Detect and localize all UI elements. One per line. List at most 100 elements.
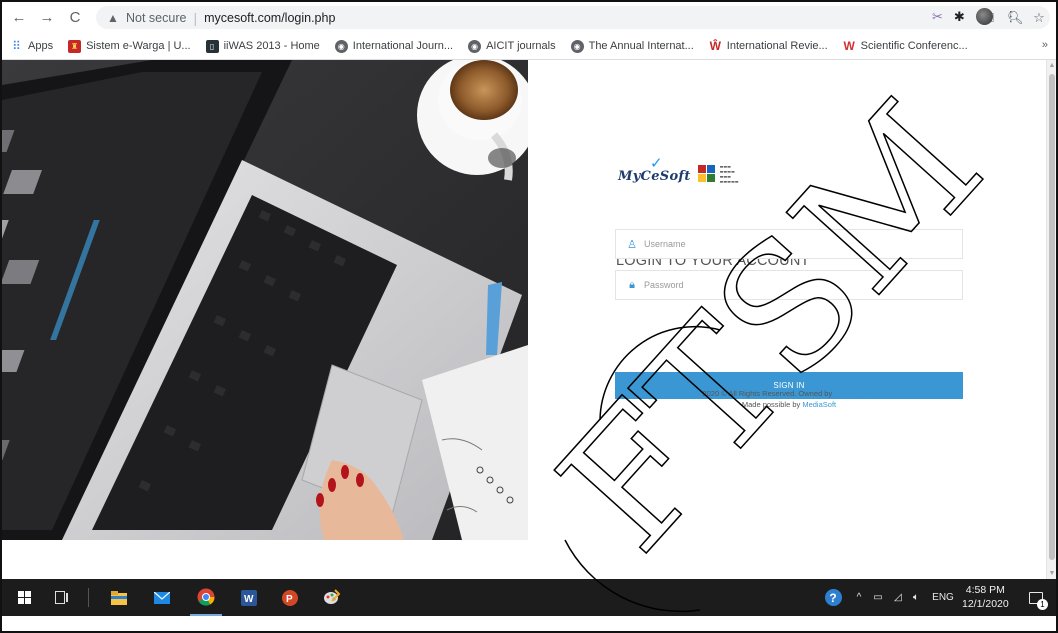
document-icon: ▯ (205, 39, 219, 53)
browser-toolbar: ← → C ▲ Not secure | mycesoft.com/login.… (2, 2, 1056, 33)
bottom-margin (2, 616, 1056, 631)
bookmark-item[interactable]: ◉ The Annual Internat... (570, 39, 694, 53)
task-view-icon (55, 591, 68, 604)
bookmark-item[interactable]: ♜ Sistem e-Warga | U... (68, 39, 191, 53)
volume-button[interactable]: 🔈︎ (908, 579, 924, 616)
help-button[interactable]: ? (822, 579, 844, 616)
svg-text:P: P (286, 594, 293, 605)
lock-icon: 🔒︎ (629, 278, 635, 291)
network-button[interactable]: ◿ (890, 579, 906, 616)
bookmark-label: AICIT journals (486, 40, 556, 52)
speaker-icon: 🔈︎ (913, 592, 919, 603)
bookmarks-overflow-icon[interactable]: » (1042, 39, 1048, 51)
username-field[interactable]: ♙ (615, 229, 963, 259)
user-icon: ♙ (627, 238, 637, 251)
checkmark-icon: ✓ (650, 155, 663, 172)
menu-icon[interactable]: ⋮ (1004, 8, 1018, 25)
warning-icon[interactable]: ▲ (106, 11, 120, 25)
page-viewport: MyCeSoft ✓ ▬▬▬ ▬▬▬▬ ▬▬▬ ▬▬▬▬▬ LOGIN TO YOUR… (2, 60, 1046, 579)
address-separator: | (193, 9, 198, 26)
bookmark-label: iiWAS 2013 - Home (223, 40, 320, 52)
password-input[interactable] (644, 280, 944, 290)
puzzle-icon[interactable]: ✱ (954, 9, 965, 25)
extension-icon[interactable]: ✂ (932, 9, 943, 25)
back-icon[interactable]: ← (8, 7, 30, 29)
bookmark-label: Apps (28, 40, 54, 52)
help-icon: ? (824, 589, 842, 606)
clock-date: 12/1/2020 (962, 598, 1009, 610)
reload-icon[interactable]: C (64, 7, 86, 29)
username-input[interactable] (644, 239, 944, 249)
battery-icon: ▭ (873, 592, 883, 603)
powerpoint-icon: P (282, 589, 298, 606)
bookmark-item[interactable]: ◉ AICIT journals (468, 39, 556, 53)
svg-text:W: W (244, 594, 254, 605)
folder-icon (111, 590, 127, 605)
university-crest-icon (697, 165, 715, 182)
address-bar[interactable]: ▲ Not secure | mycesoft.com/login.php ⚿ … (96, 6, 1050, 29)
word-button[interactable]: W (234, 579, 264, 616)
battery-button[interactable]: ▭ (870, 579, 886, 616)
taskbar-divider (88, 588, 89, 607)
w-logo-icon: Ŵ (709, 39, 721, 53)
footer-maker-link[interactable]: MediaSoft (802, 400, 836, 409)
laptop-photo-illustration (2, 60, 528, 540)
globe-icon: ◉ (570, 39, 584, 53)
notifications-button[interactable]: 1 (1022, 579, 1050, 616)
url-text[interactable]: mycesoft.com/login.php (204, 11, 335, 25)
start-button[interactable] (10, 579, 38, 616)
login-footer: 2020 © All Rights Reserved. Owned by FTS… (616, 388, 962, 410)
notification-count: 1 (1037, 599, 1048, 610)
bookmarks-bar: ⠿ Apps ♜ Sistem e-Warga | U... ▯ iiWAS 2… (2, 33, 1056, 60)
mail-button[interactable] (147, 579, 177, 616)
windows-taskbar: W P ? ^ ▭ ◿ 🔈︎ ENG 4:58 PM 12/1/2020 1 (2, 579, 1056, 616)
w-logo-icon: W (843, 39, 855, 53)
system-clock[interactable]: 4:58 PM 12/1/2020 (962, 583, 1009, 611)
bookmark-item[interactable]: ◉ International Journ... (334, 39, 454, 53)
chrome-button[interactable] (190, 579, 222, 616)
bookmark-label: Scientific Conferenc... (860, 40, 968, 52)
university-logo: ▬▬▬ ▬▬▬▬ ▬▬▬ ▬▬▬▬▬ (697, 164, 739, 184)
extension-area: ✂ ✱ ⋮ (932, 8, 1018, 25)
chevron-up-icon: ^ (856, 592, 862, 603)
footer-copyright: 2020 © All Rights Reserved. Owned by (702, 389, 833, 398)
wifi-icon: ◿ (894, 592, 902, 603)
university-crest-icon: ♜ (68, 39, 82, 53)
globe-icon: ◉ (334, 39, 348, 53)
star-icon[interactable]: ☆ (1032, 10, 1046, 26)
scroll-down-icon[interactable]: ▼ (1048, 570, 1056, 577)
brand-logos: MyCeSoft ✓ ▬▬▬ ▬▬▬▬ ▬▬▬ ▬▬▬▬▬ (618, 155, 739, 184)
university-name-text: ▬▬▬ ▬▬▬▬ ▬▬▬ ▬▬▬▬▬ (719, 164, 739, 184)
file-explorer-button[interactable] (104, 579, 134, 616)
footer-owner-link[interactable]: FTSM, UKM (834, 389, 875, 398)
forward-icon[interactable]: → (36, 7, 58, 29)
paint-icon (323, 589, 340, 604)
bookmark-label: International Revie... (726, 40, 828, 52)
paint-button[interactable] (316, 579, 346, 616)
bookmark-apps[interactable]: ⠿ Apps (10, 39, 54, 53)
task-view-button[interactable] (48, 579, 76, 616)
show-hidden-icons[interactable]: ^ (852, 579, 866, 616)
bookmark-item[interactable]: W Scientific Conferenc... (843, 39, 968, 53)
bookmark-label: Sistem e-Warga | U... (86, 40, 191, 52)
profile-avatar[interactable] (975, 8, 993, 25)
scroll-up-icon[interactable]: ▲ (1048, 62, 1056, 69)
bookmark-item[interactable]: Ŵ International Revie... (709, 39, 828, 53)
chrome-icon (197, 588, 215, 606)
page-scrollbar[interactable]: ▲ ▼ (1046, 60, 1056, 579)
scroll-thumb[interactable] (1049, 74, 1055, 560)
footer-made-by: Made possible by (741, 400, 801, 409)
globe-icon: ◉ (468, 39, 482, 53)
language-button[interactable]: ENG (930, 579, 956, 616)
clock-time: 4:58 PM (965, 584, 1005, 596)
mail-icon (154, 591, 170, 604)
language-indicator: ENG (932, 592, 954, 603)
bookmark-label: The Annual Internat... (588, 40, 694, 52)
bookmark-label: International Journ... (352, 40, 454, 52)
apps-grid-icon: ⠿ (12, 39, 21, 53)
password-field[interactable]: 🔒︎ (615, 270, 963, 300)
security-label[interactable]: Not secure (126, 11, 186, 25)
bookmark-item[interactable]: ▯ iiWAS 2013 - Home (205, 39, 320, 53)
powerpoint-button[interactable]: P (275, 579, 305, 616)
word-icon: W (241, 589, 257, 606)
